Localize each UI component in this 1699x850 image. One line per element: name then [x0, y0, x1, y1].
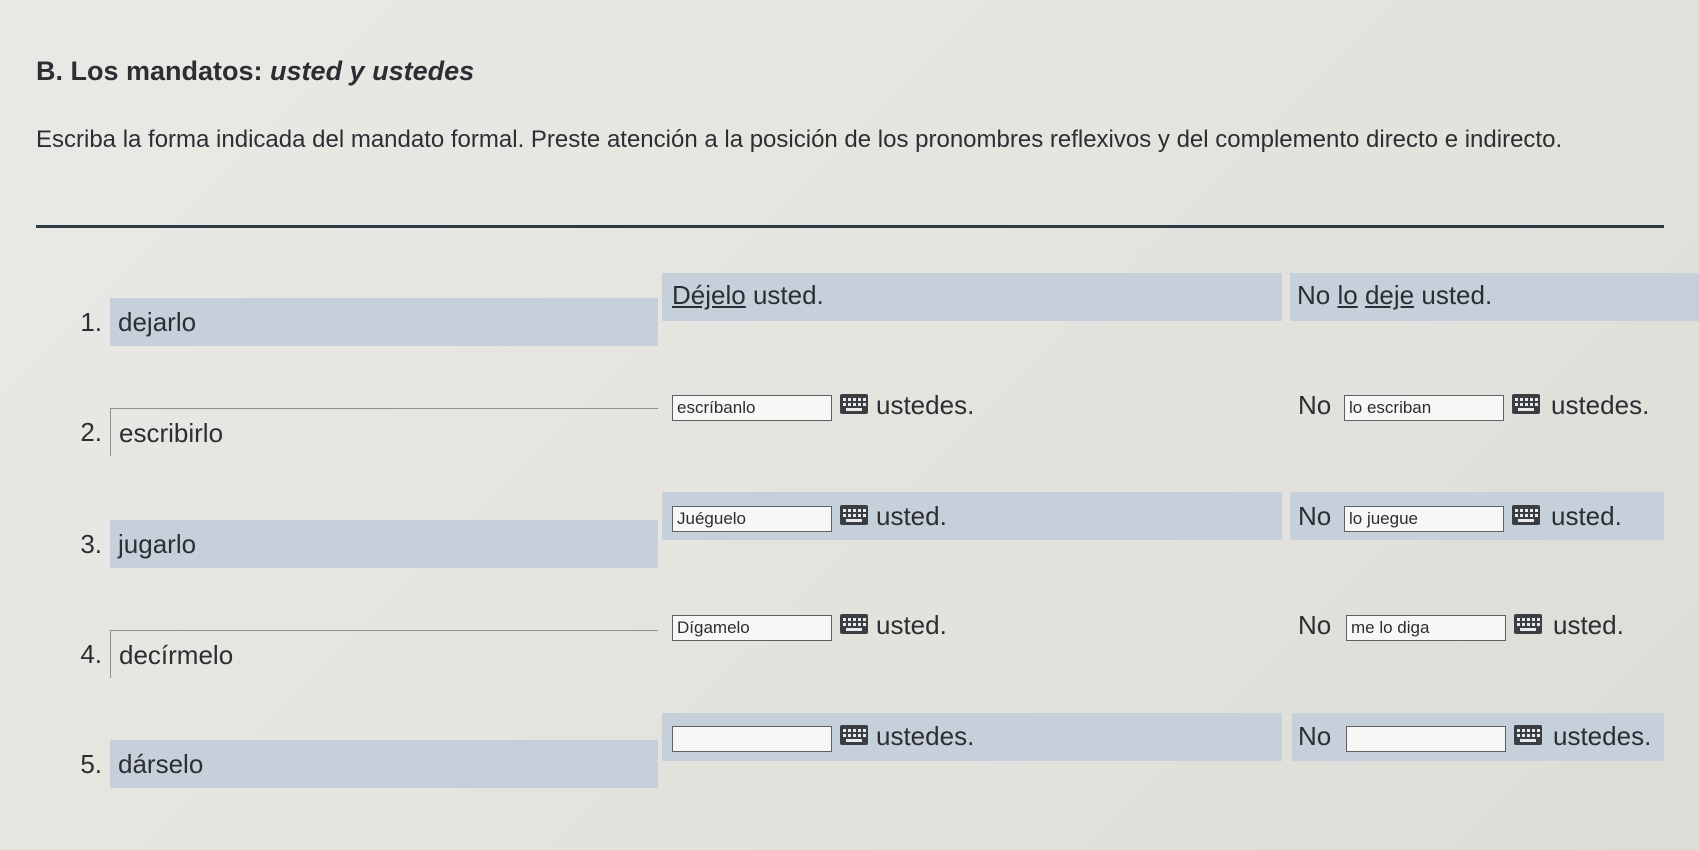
subject-label: ustedes. — [876, 721, 975, 751]
example-affirmative: Déjelo usted. — [672, 280, 824, 310]
negative-subject-label: usted. — [1553, 610, 1624, 640]
item-number: 4. — [80, 639, 102, 669]
divider — [36, 225, 1664, 228]
example-negative-verb: deje — [1364, 280, 1415, 310]
no-label: No — [1298, 501, 1332, 531]
no-label: No — [1298, 610, 1332, 640]
item-number: 3. — [80, 529, 102, 559]
affirmative-answer-field[interactable] — [672, 726, 832, 752]
example-negative-prefix: No — [1297, 280, 1331, 310]
keyboard-icon[interactable] — [840, 725, 868, 745]
subject-label: ustedes. — [876, 390, 975, 420]
section-label: B. Los mandatos: — [36, 56, 263, 86]
subject-label: usted. — [876, 610, 947, 640]
keyboard-icon[interactable] — [840, 505, 868, 525]
verb-label: dejarlo — [110, 298, 658, 346]
keyboard-icon[interactable] — [1514, 614, 1542, 634]
no-label: No — [1298, 390, 1332, 420]
negative-answer-field[interactable]: lo escriban — [1344, 395, 1504, 421]
negative-subject-label: usted. — [1551, 501, 1622, 531]
section-label-italic: usted y ustedes — [270, 56, 475, 86]
negative-answer-field[interactable]: lo juegue — [1344, 506, 1504, 532]
example-affirmative-subject: usted. — [752, 280, 824, 310]
negative-answer-field[interactable]: me lo diga — [1346, 615, 1506, 641]
affirmative-answer-field[interactable]: escríbanlo — [672, 395, 832, 421]
item-number: 2. — [80, 417, 102, 447]
section-heading: B. Los mandatos: usted y ustedes — [36, 56, 474, 87]
negative-answer-field[interactable] — [1346, 726, 1506, 752]
keyboard-icon[interactable] — [1512, 394, 1540, 414]
keyboard-icon[interactable] — [840, 614, 868, 634]
item-number: 1. — [80, 307, 102, 337]
keyboard-icon[interactable] — [840, 394, 868, 414]
item-number: 5. — [80, 749, 102, 779]
negative-subject-label: ustedes. — [1553, 721, 1652, 751]
verb-label: dárselo — [110, 740, 658, 788]
affirmative-answer-field[interactable]: Dígamelo — [672, 615, 832, 641]
example-negative: No lo deje usted. — [1297, 280, 1492, 310]
verb-label: decírmelo — [110, 630, 658, 678]
keyboard-icon[interactable] — [1512, 505, 1540, 525]
instructions: Escriba la forma indicada del mandato fo… — [36, 126, 1563, 153]
verb-label: escribirlo — [110, 408, 658, 456]
example-affirmative-verb: Déjelo — [672, 280, 746, 310]
no-label: No — [1298, 721, 1332, 751]
verb-label: jugarlo — [110, 520, 658, 568]
example-negative-subject: usted. — [1421, 280, 1493, 310]
example-negative-pronoun: lo — [1337, 280, 1358, 310]
keyboard-icon[interactable] — [1514, 725, 1542, 745]
negative-subject-label: ustedes. — [1551, 390, 1650, 420]
affirmative-answer-field[interactable]: Juéguelo — [672, 506, 832, 532]
subject-label: usted. — [876, 501, 947, 531]
